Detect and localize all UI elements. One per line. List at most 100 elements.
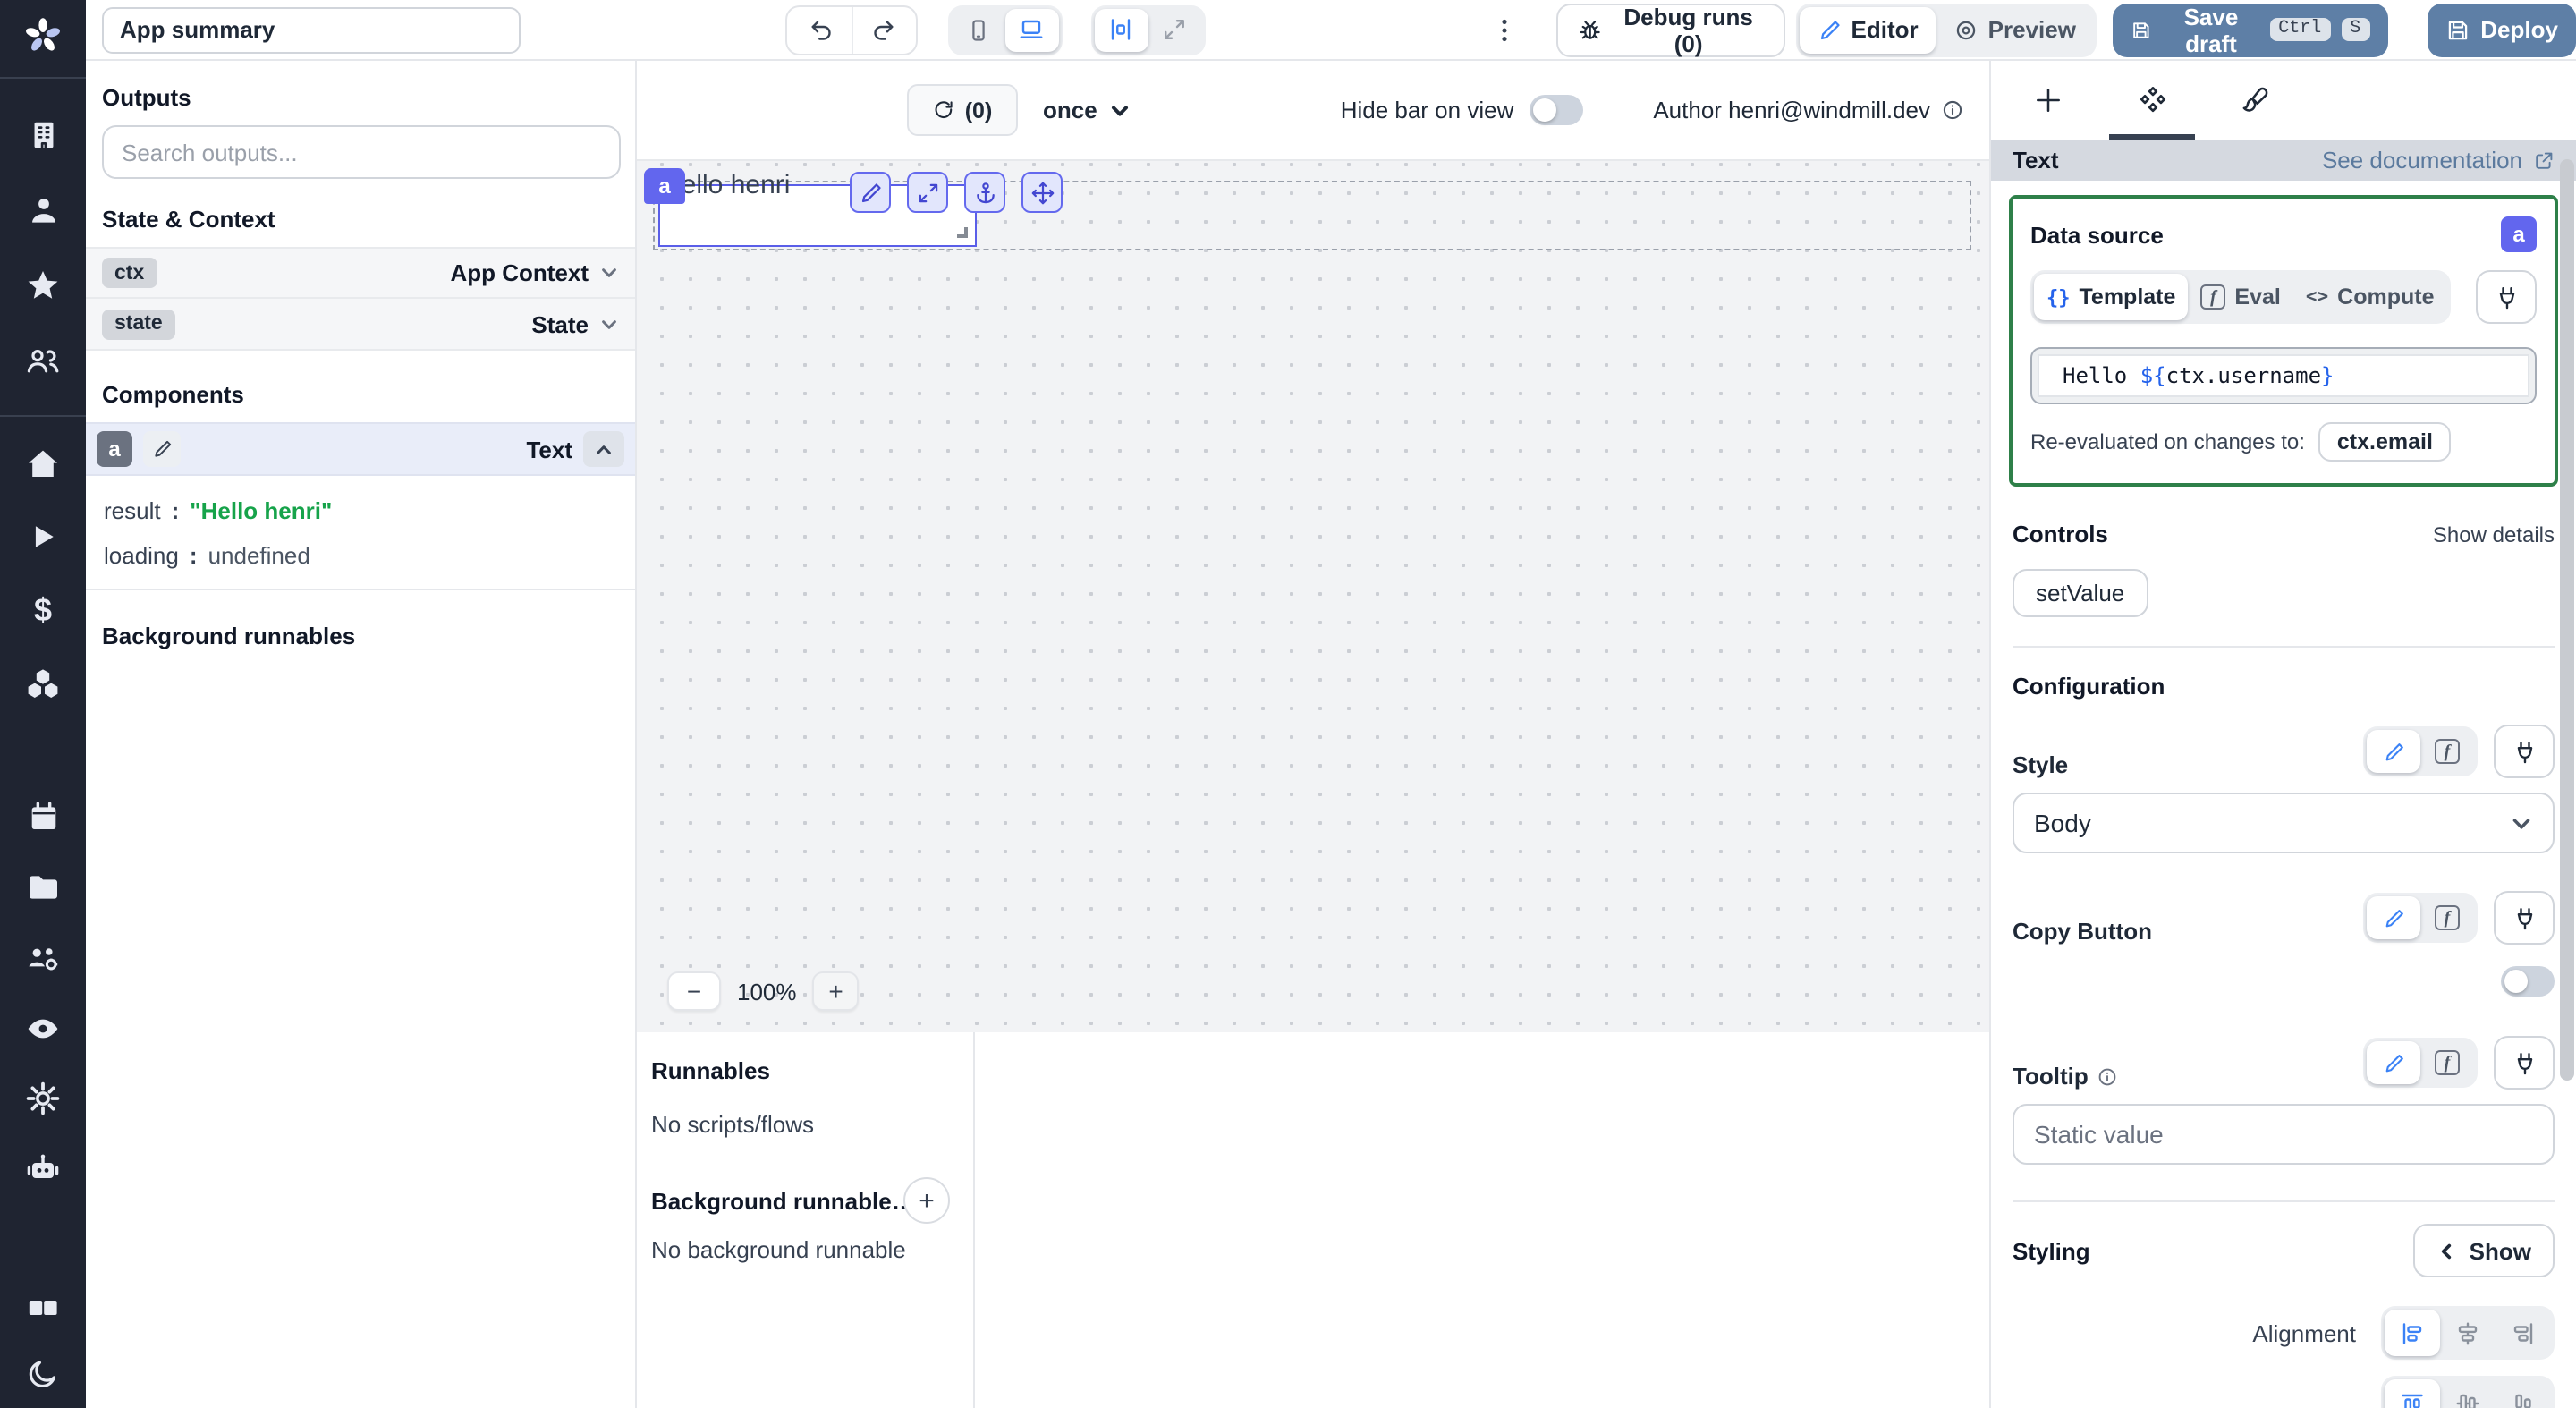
sidebar-item-runs[interactable] [0, 506, 86, 567]
save-draft-button[interactable]: Save draft Ctrl S [2114, 3, 2387, 56]
move-component-button[interactable] [1021, 172, 1063, 213]
edit-component-button[interactable] [850, 172, 891, 213]
configuration-title: Configuration [2012, 673, 2555, 700]
sidebar-item-resources[interactable] [0, 653, 86, 714]
deploy-button[interactable]: Deploy [2427, 3, 2576, 56]
ctx-row[interactable]: ctx App Context [86, 247, 635, 299]
tab-eval[interactable]: f Eval [2188, 274, 2292, 320]
align-left-button[interactable] [2385, 1310, 2440, 1356]
add-background-runnable-button[interactable]: + [903, 1177, 950, 1224]
center-layout-button[interactable] [1095, 8, 1148, 51]
align-top-button[interactable] [2385, 1379, 2440, 1408]
align-right-button[interactable] [2496, 1310, 2551, 1356]
connect-plug-button[interactable] [2476, 270, 2537, 324]
chevron-up-icon [594, 439, 614, 459]
author-label: Author henri@windmill.dev [1653, 97, 1930, 123]
sidebar-item-groups[interactable] [0, 929, 86, 989]
tab-editor[interactable]: Editor [1800, 6, 1936, 53]
debug-runs-button[interactable]: Debug runs (0) [1556, 3, 1784, 56]
redo-icon [871, 16, 898, 43]
output-loading-row[interactable]: loading : undefined [86, 542, 635, 569]
tab-template[interactable]: {} Template [2034, 274, 2188, 320]
styling-show-button[interactable]: Show [2414, 1224, 2555, 1277]
tab-insert-component[interactable] [1996, 61, 2100, 140]
tooltip-input[interactable] [2012, 1104, 2555, 1165]
preview-label: Preview [1988, 16, 2076, 43]
anchor-component-button[interactable] [964, 172, 1005, 213]
tooltip-eval-button[interactable]: f [2420, 1041, 2474, 1084]
chevron-down-icon[interactable] [599, 263, 619, 283]
align-center-v-button[interactable] [2440, 1379, 2496, 1408]
output-result-row[interactable]: result : "Hello henri" [86, 497, 635, 524]
style-plug-button[interactable] [2494, 725, 2555, 778]
state-row[interactable]: state State [86, 299, 635, 351]
sidebar-item-audit-logs[interactable] [0, 998, 86, 1059]
collapse-component-button[interactable] [583, 431, 624, 467]
app-summary-input[interactable] [102, 6, 521, 53]
tab-preview[interactable]: Preview [1936, 6, 2094, 53]
outputs-title: Outputs [86, 84, 635, 111]
copy-static-button[interactable] [2367, 896, 2420, 939]
desktop-view-button[interactable] [1005, 8, 1059, 51]
dark-mode-toggle[interactable] [0, 1342, 86, 1403]
tooltip-static-button[interactable] [2367, 1041, 2420, 1084]
style-static-button[interactable] [2367, 730, 2420, 773]
undo-button[interactable] [787, 6, 852, 53]
info-icon[interactable] [1941, 98, 1964, 122]
state-badge: state [102, 309, 175, 339]
result-key: result [104, 497, 161, 524]
sidebar-item-ai[interactable] [0, 1138, 86, 1199]
copy-button-toggle[interactable] [2501, 966, 2555, 997]
style-eval-button[interactable]: f [2420, 730, 2474, 773]
device-toggle [948, 4, 1063, 55]
sidebar-item-home[interactable] [0, 433, 86, 494]
copy-plug-button[interactable] [2494, 891, 2555, 945]
sidebar-item-folders[interactable] [0, 857, 86, 918]
component-list-item[interactable]: a Text [86, 422, 635, 476]
resize-handle[interactable] [957, 227, 968, 238]
tab-global-styling[interactable] [2204, 61, 2308, 140]
tooltip-plug-button[interactable] [2494, 1036, 2555, 1090]
code-text: Hello [2063, 363, 2140, 388]
tab-compute[interactable]: <> Compute [2293, 274, 2447, 320]
app-canvas[interactable]: Hello henri a [637, 159, 1989, 1032]
chevron-down-icon[interactable] [599, 314, 619, 334]
style-select[interactable]: Body [2012, 793, 2555, 853]
result-value: "Hello henri" [190, 497, 332, 524]
background-runnables-title: Background runnables (0) [651, 1188, 919, 1215]
plug-icon [2511, 1049, 2538, 1076]
rename-component-button[interactable] [143, 431, 181, 467]
see-documentation-link[interactable]: See documentation [2322, 147, 2555, 174]
align-center-h-button[interactable] [2440, 1310, 2496, 1356]
mobile-view-button[interactable] [952, 8, 1005, 51]
align-bottom-button[interactable] [2496, 1379, 2551, 1408]
hide-bar-toggle[interactable] [1530, 95, 1583, 125]
windmill-logo[interactable] [0, 5, 86, 66]
set-value-button[interactable]: setValue [2012, 569, 2148, 617]
tab-component-settings[interactable] [2100, 61, 2204, 140]
search-outputs-input[interactable] [102, 125, 621, 179]
sidebar-item-user[interactable] [0, 179, 86, 240]
refresh-app-button[interactable]: (0) [907, 84, 1018, 136]
redo-button[interactable] [852, 6, 916, 53]
loading-key: loading [104, 542, 179, 569]
template-code-editor[interactable]: Hello ${ctx.username} [2030, 347, 2537, 404]
zoom-out-button[interactable]: − [667, 971, 721, 1011]
zoom-in-button[interactable]: + [813, 971, 860, 1011]
sidebar-item-settings[interactable] [0, 1068, 86, 1129]
full-width-button[interactable] [1148, 8, 1202, 51]
expand-component-button[interactable] [907, 172, 948, 213]
show-details-link[interactable]: Show details [2433, 522, 2555, 547]
sidebar-item-apps[interactable] [0, 1277, 86, 1338]
sidebar-item-user-groups[interactable] [0, 331, 86, 392]
sidebar-item-workspace[interactable] [0, 104, 86, 165]
reeval-dependency-pill[interactable]: ctx.email [2319, 422, 2451, 462]
braces-icon: {} [2046, 285, 2071, 309]
sidebar-item-favorites[interactable] [0, 256, 86, 317]
more-menu-button[interactable] [1488, 15, 1521, 44]
copy-eval-button[interactable]: f [2420, 896, 2474, 939]
settings-scrollbar[interactable] [2560, 159, 2574, 1081]
sidebar-item-variables[interactable]: $ [0, 580, 86, 640]
sidebar-item-schedules[interactable] [0, 785, 86, 846]
refresh-mode-dropdown[interactable]: once [1043, 97, 1131, 123]
